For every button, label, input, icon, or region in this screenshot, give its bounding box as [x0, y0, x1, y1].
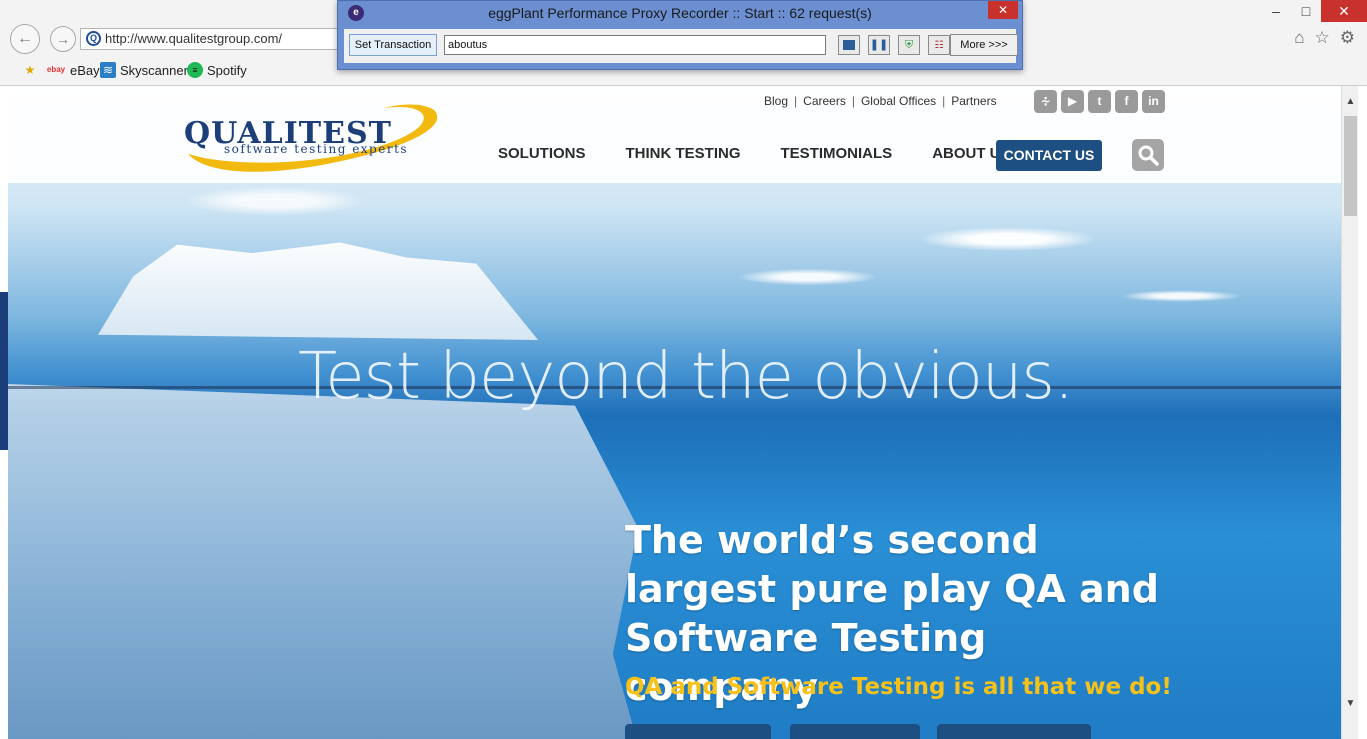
gear-icon[interactable]: ⚙ [1340, 28, 1355, 48]
favorites-star[interactable]: ★ [22, 62, 38, 78]
contact-us-button[interactable]: CONTACT US [996, 140, 1102, 171]
web-page: Test beyond the obvious. The world’s sec… [8, 86, 1341, 739]
site-favicon-icon: Q [86, 31, 101, 46]
back-button[interactable]: ← [10, 24, 40, 54]
iceberg-underwater-image [8, 384, 638, 739]
browser-toolbar-icons: ⌂ ☆ ⚙ [1294, 28, 1355, 48]
clear-button[interactable]: ☷ [928, 35, 950, 55]
favorites-star-icon: ★ [24, 63, 36, 77]
home-icon[interactable]: ⌂ [1294, 28, 1304, 48]
logo-tagline: software testing experts [224, 142, 409, 156]
window-controls: – □ ✕ [1261, 0, 1367, 24]
favorite-ebay[interactable]: ebay eBay [46, 62, 100, 78]
toplink-careers[interactable]: Careers [803, 94, 846, 108]
main-nav: SOLUTIONS THINK TESTING TESTIMONIALS ABO… [498, 138, 1051, 170]
favorite-skyscanner[interactable]: ≋ Skyscanner [100, 62, 188, 78]
scroll-up-icon[interactable]: ▲ [1342, 96, 1359, 110]
page-scrollbar[interactable]: ▲ ▼ [1341, 86, 1358, 739]
search-icon [1138, 145, 1159, 166]
hero-button-3[interactable] [937, 724, 1091, 739]
recorder-toolbar: Set Transaction ❚❚ ⛨ ☷ More >>> [344, 29, 1018, 63]
shield-button[interactable]: ⛨ [898, 35, 920, 55]
hero-tagline: Test beyond the obvious. [298, 340, 1074, 414]
url-text: http://www.qualitestgroup.com/ [105, 31, 283, 46]
pause-button[interactable]: ❚❚ [868, 35, 890, 55]
scroll-thumb[interactable] [1344, 116, 1357, 216]
hero-subheadline: QA and Software Testing is all that we d… [625, 674, 1172, 700]
pause-icon: ❚❚ [869, 39, 889, 51]
hero-banner: Test beyond the obvious. The world’s sec… [8, 86, 1341, 739]
toplink-global-offices[interactable]: Global Offices [861, 94, 936, 108]
ebay-icon: ebay [46, 65, 66, 74]
recorder-title: eggPlant Performance Proxy Recorder :: S… [488, 5, 872, 21]
hero-button-2[interactable] [790, 724, 920, 739]
toplink-partners[interactable]: Partners [951, 94, 996, 108]
toplink-blog[interactable]: Blog [764, 94, 788, 108]
site-header: QUALITEST software testing experts Blog |… [8, 86, 1341, 183]
site-search-button[interactable] [1132, 139, 1164, 171]
arrow-left-icon: ← [17, 30, 33, 47]
hero-button-1[interactable] [625, 724, 771, 739]
transaction-name-input[interactable] [444, 35, 826, 55]
nav-solutions[interactable]: SOLUTIONS [498, 138, 586, 170]
nav-testimonials[interactable]: TESTIMONIALS [781, 138, 893, 170]
shield-icon: ⛨ [904, 39, 914, 51]
stop-icon [843, 40, 855, 50]
more-button[interactable]: More >>> [950, 34, 1018, 56]
minimize-button[interactable]: – [1261, 0, 1291, 22]
address-bar[interactable]: Q http://www.qualitestgroup.com/ [80, 28, 338, 50]
youtube-icon[interactable]: ▶ [1061, 90, 1084, 113]
facebook-icon[interactable]: f [1115, 90, 1138, 113]
set-transaction-button[interactable]: Set Transaction [349, 34, 437, 56]
arrow-right-icon: → [56, 31, 70, 47]
rss-icon[interactable]: ∻ [1034, 90, 1057, 113]
twitter-icon[interactable]: t [1088, 90, 1111, 113]
left-window-edge [0, 292, 8, 450]
top-links: Blog | Careers | Global Offices | Partners [764, 94, 997, 108]
social-links: ∻ ▶ t f in [1034, 90, 1165, 113]
scroll-down-icon[interactable]: ▼ [1342, 698, 1359, 712]
qualitest-logo[interactable]: QUALITEST software testing experts [184, 102, 446, 178]
proxy-recorder-window: e eggPlant Performance Proxy Recorder ::… [337, 0, 1023, 70]
close-button[interactable]: ✕ [1321, 0, 1367, 22]
skyscanner-icon: ≋ [100, 62, 116, 78]
maximize-button[interactable]: □ [1291, 0, 1321, 22]
stop-record-button[interactable] [838, 35, 860, 55]
star-icon[interactable]: ☆ [1315, 28, 1330, 48]
favorite-spotify[interactable]: ≡ Spotify [187, 62, 247, 78]
document-delete-icon: ☷ [934, 40, 944, 51]
nav-think-testing[interactable]: THINK TESTING [626, 138, 741, 170]
recorder-close-button[interactable]: ✕ [988, 1, 1018, 19]
linkedin-icon[interactable]: in [1142, 90, 1165, 113]
forward-button[interactable]: → [50, 26, 76, 52]
spotify-icon: ≡ [187, 62, 203, 78]
